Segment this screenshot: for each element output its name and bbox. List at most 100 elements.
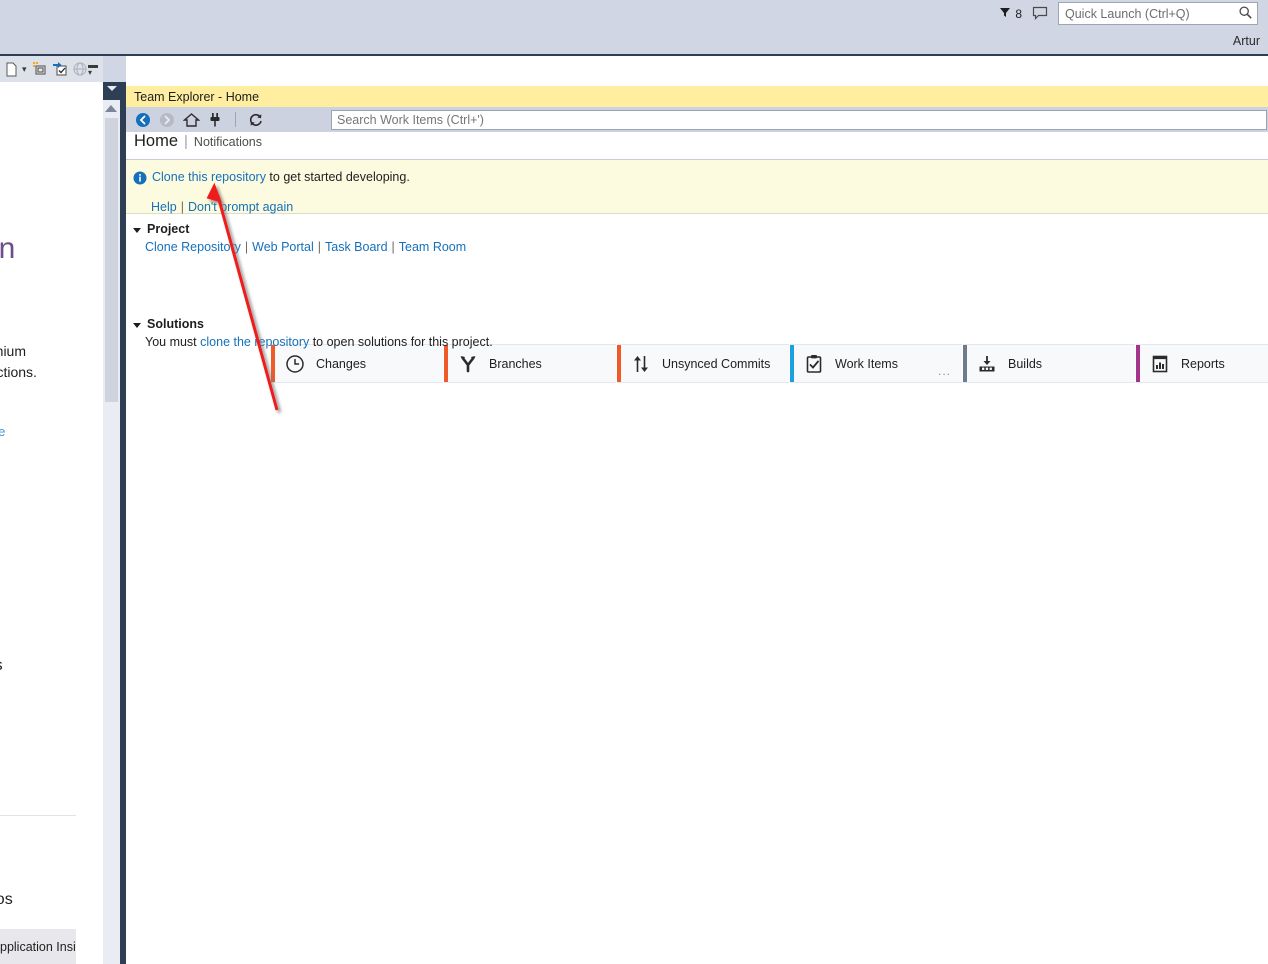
application-window: 8 Artur	[0, 0, 1268, 964]
build-download-icon	[976, 353, 998, 375]
top-bar-accent-line	[0, 54, 1268, 56]
search-icon[interactable]	[1238, 5, 1253, 20]
start-page-heading-forms: rms	[0, 657, 3, 675]
tile-accent-bar	[790, 345, 794, 382]
chevron-down-icon[interactable]	[107, 86, 117, 91]
quick-launch-input[interactable]	[1059, 3, 1257, 24]
clone-this-repository-link[interactable]: Clone this repository	[152, 170, 266, 184]
report-chart-icon	[1149, 353, 1171, 375]
breadcrumb-separator: |	[184, 133, 188, 150]
solutions-section: Solutions You must clone the repository …	[126, 317, 1268, 349]
banner-actions: Help | Don't prompt again	[151, 200, 293, 214]
notification-count: 8	[1015, 6, 1022, 21]
link-separator-2: |	[317, 240, 321, 254]
info-icon	[133, 171, 147, 185]
branch-fork-icon	[457, 353, 479, 375]
tile-accent-bar	[963, 345, 967, 382]
start-page-divider	[0, 815, 76, 816]
banner-action-separator: |	[180, 200, 184, 214]
clone-the-repository-link[interactable]: clone the repository	[200, 335, 309, 349]
tile-changes[interactable]: Changes	[271, 344, 443, 383]
project-section-header[interactable]: Project	[126, 222, 1268, 236]
refresh-icon[interactable]	[247, 111, 265, 129]
link-separator-3: |	[391, 240, 395, 254]
toolbar-separator	[235, 112, 236, 127]
team-explorer-titlebar[interactable]: Team Explorer - Home	[126, 86, 1268, 107]
project-links: Clone Repository | Web Portal | Task Board | T…	[126, 240, 1268, 254]
tile-changes-label: Changes	[316, 356, 367, 371]
vs-top-bar-right-group: 8	[999, 2, 1258, 25]
quick-launch-box[interactable]	[1058, 2, 1258, 25]
add-to-source-control-icon[interactable]	[51, 60, 69, 78]
tile-accent-bar	[617, 345, 621, 382]
new-project-icon[interactable]	[31, 60, 49, 78]
toolbar-filler	[103, 56, 126, 82]
up-down-arrows-icon	[630, 353, 652, 375]
team-explorer-nav-group	[126, 111, 265, 129]
back-arrow-icon[interactable]	[134, 111, 152, 129]
tile-unsynced-commits-label: Unsynced Commits	[662, 356, 771, 371]
tile-accent-bar	[271, 345, 275, 382]
collapse-triangle-icon[interactable]	[133, 322, 141, 328]
tile-reports[interactable]: Reports	[1136, 344, 1268, 383]
tile-builds[interactable]: Builds	[963, 344, 1135, 383]
breadcrumb-notifications[interactable]: Notifications	[194, 135, 262, 149]
start-page-scrollbar-thumb[interactable]	[105, 118, 118, 402]
team-explorer-toolbar	[126, 107, 1268, 132]
notification-flag-button[interactable]: 8	[999, 6, 1022, 21]
banner-dont-prompt-again-link[interactable]: Don't prompt again	[188, 200, 293, 214]
start-page-title: w in	[0, 232, 16, 265]
banner-message: Clone this repository to get started dev…	[152, 170, 410, 184]
project-link-team-room[interactable]: Team Room	[399, 240, 466, 254]
dropdown-chevron-icon[interactable]: ▾	[22, 64, 27, 75]
solutions-message-suffix: to open solutions for this project.	[309, 335, 493, 349]
tile-work-items-label: Work Items	[835, 356, 898, 371]
breadcrumb-home[interactable]: Home	[134, 132, 178, 151]
tile-accent-bar	[444, 345, 448, 382]
solutions-section-title: Solutions	[147, 317, 204, 331]
solutions-message: You must clone the repository to open so…	[126, 335, 1268, 349]
solutions-section-header[interactable]: Solutions	[126, 317, 1268, 331]
project-link-web-portal[interactable]: Web Portal	[252, 240, 314, 254]
solutions-message-prefix: You must	[145, 335, 201, 349]
project-section-title: Project	[147, 222, 190, 236]
start-page-heading-videos: deos	[0, 891, 13, 908]
project-link-task-board[interactable]: Task Board	[325, 240, 388, 254]
tile-work-items[interactable]: Work Items ...	[790, 344, 962, 383]
tile-builds-label: Builds	[1008, 356, 1043, 371]
tile-work-items-overflow-icon[interactable]: ...	[938, 365, 951, 377]
link-separator-1: |	[244, 240, 249, 254]
project-tiles: Changes Branches Unsynced Commits Work I…	[271, 344, 1268, 383]
scroll-up-arrow-icon[interactable]	[105, 105, 117, 112]
start-page-video-card-1[interactable]: pplication Insi	[0, 929, 76, 964]
forward-arrow-icon	[158, 111, 176, 129]
project-section: Project Clone Repository | Web Portal | Task…	[126, 222, 1268, 254]
start-page: w in new Premium g sections. 13 Service …	[0, 82, 103, 964]
start-page-paragraph: new Premium g sections.	[0, 343, 37, 380]
banner-help-link[interactable]: Help	[151, 200, 177, 214]
clock-changes-icon	[284, 353, 306, 375]
work-items-search-input[interactable]	[332, 112, 1266, 128]
tile-branches-label: Branches	[489, 356, 542, 371]
connect-to-server-icon	[71, 60, 89, 78]
banner-message-rest: to get started developing.	[265, 170, 410, 184]
vs-top-bar: 8 Artur	[0, 0, 1268, 54]
tile-branches[interactable]: Branches	[444, 344, 616, 383]
breadcrumb: Home | Notifications	[126, 132, 1268, 160]
toolbar-overflow-icon[interactable]: ▬ ▾	[88, 61, 98, 77]
team-explorer-title: Team Explorer - Home	[134, 89, 260, 104]
project-link-clone-repository[interactable]: Clone Repository	[145, 240, 241, 254]
new-file-icon[interactable]	[2, 60, 20, 78]
start-page-link-2[interactable]: Service	[0, 424, 5, 439]
feedback-balloon-icon[interactable]	[1032, 6, 1048, 22]
work-items-search-box[interactable]	[331, 110, 1267, 130]
collapse-triangle-icon[interactable]	[133, 227, 141, 233]
tile-unsynced-commits[interactable]: Unsynced Commits	[617, 344, 789, 383]
home-icon[interactable]	[182, 111, 200, 129]
start-page-video-card-1-label: pplication Insi	[0, 940, 76, 954]
tile-reports-label: Reports	[1181, 356, 1225, 371]
notification-banner: Clone this repository to get started dev…	[126, 160, 1268, 214]
plug-connect-icon[interactable]	[206, 111, 224, 129]
user-account-name[interactable]: Artur	[1233, 34, 1260, 48]
clipboard-check-icon	[803, 353, 825, 375]
